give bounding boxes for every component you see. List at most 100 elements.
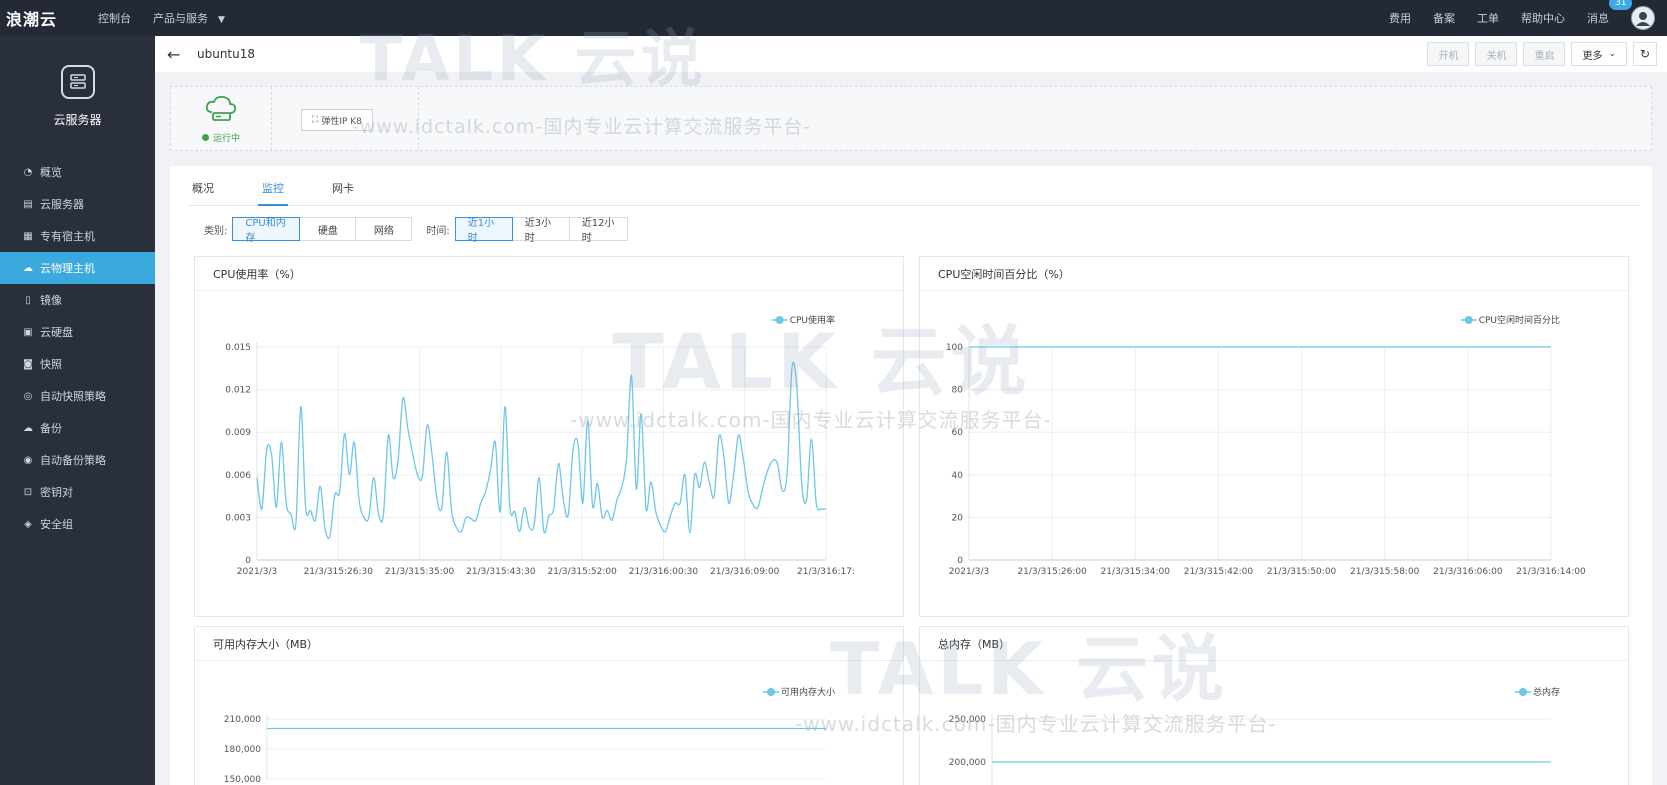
sidebar-item-dedicated-host[interactable]: ▦ 专有宿主机: [0, 220, 155, 252]
sidebar-item-keypair[interactable]: ⊡ 密钥对: [0, 476, 155, 508]
time-segment: 近1小时 近3小时 近12小时: [454, 217, 628, 244]
nav-products[interactable]: 产品与服务 ▼: [153, 10, 225, 26]
x-tick-label: 21/3/315:35:00: [385, 567, 455, 577]
cpu-usage-chart: 0.015 0.012 0.009 0.006 0.003 02021/3/3 21/3/3…: [225, 314, 855, 577]
sidebar-item-label: 自动快照策略: [40, 390, 106, 403]
sidebar-header: 云服务器: [0, 36, 155, 156]
legend-label: 可用内存大小: [781, 686, 835, 698]
more-label: 更多: [1582, 50, 1603, 62]
sidebar-item-label: 备份: [40, 422, 62, 435]
sidebar-item-servers[interactable]: ▤ 云服务器: [0, 188, 155, 220]
category-network[interactable]: 网络: [355, 217, 413, 241]
category-label: 类别:: [204, 225, 228, 237]
top-right-nav: 费用 备案 工单 帮助中心 消息 31: [1389, 0, 1667, 30]
chart-title: CPU使用率（%）: [195, 257, 903, 291]
sidebar: 云服务器 ◔ 概览 ▤ 云服务器 ▦ 专有宿主机 ☁ 云物理主机 ▯ 镜像 ▣ 云硬盘 ◙ 快…: [0, 36, 155, 785]
nav-billing[interactable]: 费用: [1389, 10, 1411, 26]
elastic-ip-button[interactable]: ⛶ 弹性IP K8: [301, 109, 373, 131]
x-tick-label: 2021/3/3: [237, 567, 277, 577]
time-1h[interactable]: 近1小时: [454, 217, 513, 244]
host-icon: ▦: [23, 230, 33, 242]
sidebar-menu: ◔ 概览 ▤ 云服务器 ▦ 专有宿主机 ☁ 云物理主机 ▯ 镜像 ▣ 云硬盘 ◙ 快照 ◎ 自动…: [0, 156, 155, 540]
sidebar-item-label: 云服务器: [40, 198, 84, 211]
sidebar-item-bare-metal[interactable]: ☁ 云物理主机: [0, 252, 155, 284]
sidebar-item-disks[interactable]: ▣ 云硬盘: [0, 316, 155, 348]
power-off-button[interactable]: 关机: [1475, 42, 1518, 66]
top-nav: 控制台 产品与服务 ▼: [98, 10, 225, 26]
sidebar-item-label: 云硬盘: [40, 326, 73, 339]
sidebar-item-auto-backup[interactable]: ◉ 自动备份策略: [0, 444, 155, 476]
instance-name: ubuntu18: [197, 47, 256, 61]
brand-logo[interactable]: 浪潮云: [0, 6, 80, 30]
x-tick-label: 21/3/316:14:00: [1516, 567, 1586, 577]
available-memory-chart: 210,000 180,000 150,000 可用内存大小: [224, 686, 835, 785]
more-dropdown[interactable]: 更多 ⌄: [1571, 42, 1627, 66]
total-memory-chart: 250,000 200,000 总内存: [949, 686, 1560, 785]
instance-status-card: 运行中 ⛶ 弹性IP K8: [170, 86, 1652, 151]
sidebar-item-auto-snapshot[interactable]: ◎ 自动快照策略: [0, 380, 155, 412]
x-tick-label: 21/3/316:17:: [797, 567, 855, 577]
back-arrow-icon[interactable]: ←: [167, 45, 187, 64]
chevron-down-icon: ⌄: [1608, 49, 1616, 59]
tab-monitor[interactable]: 监控: [258, 180, 288, 206]
tab-nic[interactable]: 网卡: [328, 180, 358, 206]
y-tick-label: 80: [952, 386, 964, 396]
nav-filing[interactable]: 备案: [1433, 10, 1455, 26]
chart-legend: CPU空闲时间百分比: [1460, 314, 1560, 326]
chart-legend: CPU使用率: [771, 314, 835, 326]
sidebar-item-backup[interactable]: ☁ 备份: [0, 412, 155, 444]
y-tick-label: 0: [245, 556, 251, 566]
disk-icon: ▣: [23, 326, 33, 338]
sidebar-item-label: 云物理主机: [40, 262, 95, 275]
sidebar-item-overview[interactable]: ◔ 概览: [0, 156, 155, 188]
image-icon: ▯: [25, 294, 31, 306]
y-tick-label: 210,000: [224, 715, 261, 725]
category-segment: CPU和内存 硬盘 网络: [232, 217, 413, 244]
shield-icon: ◈: [24, 518, 32, 530]
status-running: 运行中: [201, 131, 240, 144]
nav-console[interactable]: 控制台: [98, 10, 131, 26]
sidebar-item-security-group[interactable]: ◈ 安全组: [0, 508, 155, 540]
caret-down-icon: ▼: [218, 15, 225, 25]
avatar[interactable]: [1631, 6, 1655, 30]
backup-icon: ☁: [23, 422, 33, 434]
x-tick-label: 21/3/315:52:00: [547, 567, 617, 577]
nav-products-label: 产品与服务: [153, 12, 208, 25]
sidebar-item-label: 镜像: [40, 294, 62, 307]
monitor-filters: 类别: CPU和内存 硬盘 网络 时间: 近1小时 近3小时 近12小时: [204, 217, 628, 244]
category-cpu-memory[interactable]: CPU和内存: [232, 217, 301, 244]
sidebar-item-snapshots[interactable]: ◙ 快照: [0, 348, 155, 380]
nav-help[interactable]: 帮助中心: [1521, 10, 1565, 26]
sidebar-item-images[interactable]: ▯ 镜像: [0, 284, 155, 316]
nav-messages[interactable]: 消息 31: [1587, 0, 1633, 26]
sidebar-item-label: 概览: [40, 166, 62, 179]
elastic-ip-label: 弹性IP K8: [321, 116, 362, 127]
divider: [271, 87, 272, 150]
x-tick-label: 21/3/316:00:30: [629, 567, 699, 577]
category-disk[interactable]: 硬盘: [299, 217, 357, 241]
divider: [418, 87, 419, 150]
sidebar-title: 云服务器: [53, 112, 102, 127]
chart-card-cpu-usage: CPU使用率（%） 0.015 0.012 0.009 0.006 0.003 0 2021…: [194, 256, 904, 617]
time-12h[interactable]: 近12小时: [568, 217, 628, 244]
chart-card-cpu-idle: CPU空闲时间百分比（%） 100 80 60 40 20 0 2021/3/3 21/3/3…: [919, 256, 1629, 617]
refresh-icon[interactable]: ↻: [1633, 42, 1657, 66]
y-tick-label: 250,000: [949, 715, 986, 725]
tab-overview[interactable]: 概况: [188, 180, 218, 206]
time-3h[interactable]: 近3小时: [511, 217, 570, 244]
monitor-panel: 概况 监控 网卡 类别: CPU和内存 硬盘 网络 时间: 近1小时 近3小时 …: [170, 166, 1652, 785]
sidebar-item-label: 自动备份策略: [40, 454, 106, 467]
chart-title: 总内存（MB）: [920, 627, 1628, 661]
backup-policy-icon: ◉: [23, 454, 33, 466]
x-tick-label: 21/3/316:09:00: [710, 567, 780, 577]
restart-button[interactable]: 重启: [1523, 42, 1566, 66]
nav-ticket[interactable]: 工单: [1477, 10, 1499, 26]
x-tick-label: 2021/3/3: [949, 567, 989, 577]
chart-card-available-memory: 可用内存大小（MB） 210,000 180,000 150,000 可用内存大小: [194, 626, 904, 785]
instance-actions: 开机 关机 重启 更多 ⌄ ↻: [1427, 42, 1667, 66]
y-tick-label: 0.012: [225, 386, 251, 396]
power-on-button[interactable]: 开机: [1427, 42, 1470, 66]
server-icon: [60, 64, 95, 99]
top-bar: 浪潮云 控制台 产品与服务 ▼ 费用 备案 工单 帮助中心 消息 31: [0, 0, 1667, 36]
detail-tabs: 概况 监控 网卡: [188, 180, 1640, 206]
